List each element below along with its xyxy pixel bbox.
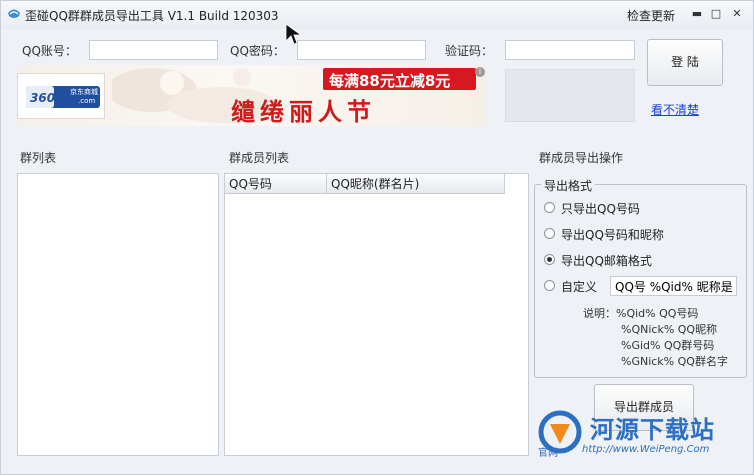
captcha-label: 验证码： <box>445 44 494 58</box>
qq-password-input[interactable] <box>297 40 426 60</box>
captcha-image[interactable] <box>505 69 635 122</box>
ad-banner[interactable]: 360buy 京东商城 .com 每满88元立减8元 i 缱绻丽人节 <box>17 65 486 126</box>
login-button[interactable]: 登 陆 <box>647 39 723 86</box>
window-title: 歪碰QQ群群成员导出工具 V1.1 Build 120303 <box>25 9 279 23</box>
app-logo-icon <box>8 9 20 18</box>
help-note-gnick: %GNick% QQ群名字 <box>621 355 728 368</box>
radio-icon[interactable] <box>544 202 555 213</box>
radio-icon[interactable] <box>544 280 555 291</box>
help-note-gid: %Gid% QQ群号码 <box>621 339 715 352</box>
qq-password-label: QQ密码： <box>230 44 285 58</box>
radio-label: 导出QQ号码和昵称 <box>561 228 664 242</box>
radio-label: 只导出QQ号码 <box>561 202 640 216</box>
radio-label: 导出QQ邮箱格式 <box>561 254 652 268</box>
site-watermark: 河源下载站 官网 http://www.WeiPeng.Com <box>534 406 754 476</box>
title-bar[interactable]: 歪碰QQ群群成员导出工具 V1.1 Build 120303 检查更新 ▬ □ … <box>1 1 753 29</box>
captcha-refresh-link[interactable]: 看不清楚 <box>651 101 699 118</box>
info-icon[interactable]: i <box>475 67 485 77</box>
export-format-title: 导出格式 <box>541 177 596 194</box>
watermark-prefix: 官网 <box>538 448 558 459</box>
maximize-icon[interactable]: □ <box>710 8 722 20</box>
qq-account-label: QQ账号： <box>22 44 77 58</box>
jd-brand-domain: .com <box>78 97 96 105</box>
export-section-label: 群成员导出操作 <box>539 151 624 165</box>
help-note-qid: 说明：%Qid% QQ号码 <box>583 307 699 320</box>
custom-format-input[interactable] <box>610 276 737 296</box>
group-list-label: 群列表 <box>20 151 57 165</box>
promo-badge: 每满88元立减8元 <box>323 68 476 90</box>
captcha-input[interactable] <box>505 40 635 60</box>
jd-brand-sub: 京东商城 <box>70 88 98 96</box>
group-list[interactable] <box>17 173 219 456</box>
column-header-qq-number[interactable]: QQ号码 <box>225 174 327 194</box>
qq-account-input[interactable] <box>89 40 218 60</box>
promo-text: 每满88元立减8元 <box>329 72 451 90</box>
check-update-link[interactable]: 检查更新 <box>627 7 675 24</box>
help-note-qnick: %QNick% QQ昵称 <box>621 323 718 336</box>
jd-logo: 360buy 京东商城 .com <box>17 73 105 119</box>
radio-selected-icon[interactable] <box>544 254 555 265</box>
close-icon[interactable]: ✕ <box>731 8 743 20</box>
member-list-label: 群成员列表 <box>229 151 290 165</box>
minimize-icon[interactable]: ▬ <box>691 8 703 20</box>
app-window: 歪碰QQ群群成员导出工具 V1.1 Build 120303 检查更新 ▬ □ … <box>0 0 754 475</box>
radio-label: 自定义 <box>561 280 598 294</box>
radio-icon[interactable] <box>544 228 555 239</box>
watermark-site-name: 河源下载站 <box>590 416 715 444</box>
member-list[interactable]: QQ号码 QQ昵称(群名片) <box>224 173 529 456</box>
watermark-url: http://www.WeiPeng.Com <box>582 444 710 455</box>
column-header-qq-nickname[interactable]: QQ昵称(群名片) <box>327 174 505 194</box>
festival-text: 缱绻丽人节 <box>231 98 376 126</box>
